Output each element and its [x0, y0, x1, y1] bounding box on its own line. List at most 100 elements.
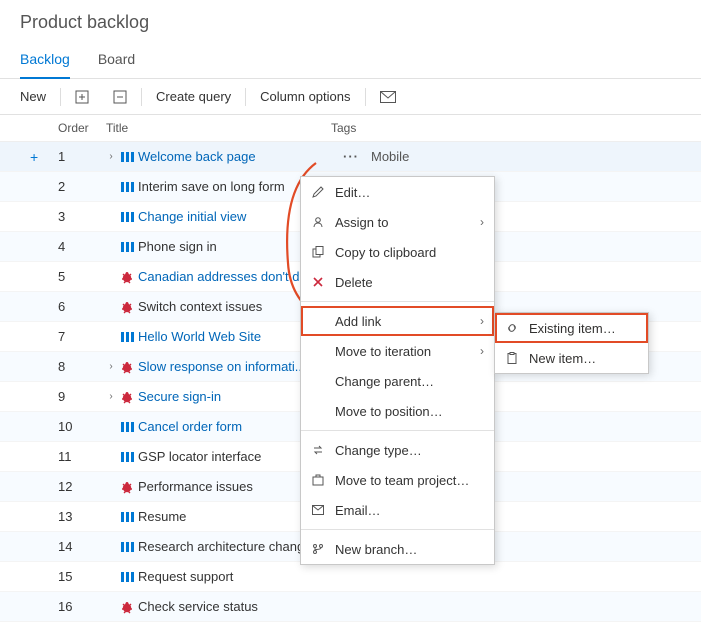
create-query-button[interactable]: Create query [144, 83, 243, 110]
work-item-title[interactable]: Cancel order form [138, 419, 242, 434]
work-item-title[interactable]: Hello World Web Site [138, 329, 261, 344]
work-item-title[interactable]: GSP locator interface [138, 449, 261, 464]
separator [141, 88, 142, 106]
row-order: 4 [58, 239, 106, 254]
expand-icon[interactable] [63, 84, 101, 110]
col-order: Order [58, 121, 106, 135]
column-options-button[interactable]: Column options [248, 83, 362, 110]
menu-delete[interactable]: Delete [301, 267, 494, 297]
col-title: Title [106, 121, 331, 135]
link-icon [505, 322, 519, 334]
work-item-title[interactable]: Research architecture changes [138, 539, 318, 554]
chevron-right-icon: › [480, 215, 484, 229]
chevron-right-icon: › [480, 314, 484, 328]
work-item-title[interactable]: Secure sign-in [138, 389, 221, 404]
pbi-icon [120, 450, 134, 464]
menu-edit[interactable]: Edit… [301, 177, 494, 207]
work-item-title[interactable]: Welcome back page [138, 149, 256, 164]
pbi-icon [120, 180, 134, 194]
clipboard-icon [505, 352, 519, 364]
page-title: Product backlog [20, 12, 681, 33]
context-menu: Edit… Assign to› Copy to clipboard Delet… [300, 176, 495, 565]
pbi-icon [120, 540, 134, 554]
new-button[interactable]: New [8, 83, 58, 110]
table-row[interactable]: +1› Welcome back page ··· Mobile [0, 142, 701, 172]
row-order: 1 [58, 149, 106, 164]
row-order: 11 [58, 449, 106, 464]
menu-assign-to[interactable]: Assign to› [301, 207, 494, 237]
bug-icon [120, 480, 134, 494]
row-tags: Mobile [371, 149, 701, 164]
row-order: 13 [58, 509, 106, 524]
delete-icon [311, 276, 325, 288]
column-headers: Order Title Tags [0, 115, 701, 142]
add-child-icon[interactable]: + [30, 149, 58, 165]
bug-icon [120, 270, 134, 284]
menu-move-iteration[interactable]: Move to iteration› [301, 336, 494, 366]
add-link-submenu: Existing item… New item… [494, 312, 649, 374]
chevron-right-icon[interactable]: › [106, 391, 116, 402]
pbi-icon [120, 420, 134, 434]
more-actions-icon[interactable]: ··· [343, 149, 359, 164]
person-icon [311, 216, 325, 228]
chevron-right-icon[interactable]: › [106, 361, 116, 372]
swap-icon [311, 444, 325, 456]
work-item-title[interactable]: Interim save on long form [138, 179, 285, 194]
pbi-icon [120, 570, 134, 584]
chevron-right-icon[interactable]: › [106, 151, 116, 162]
menu-add-link[interactable]: Add link› [301, 306, 494, 336]
bug-icon [120, 360, 134, 374]
work-item-title[interactable]: Switch context issues [138, 299, 262, 314]
pbi-icon [120, 240, 134, 254]
bug-icon [120, 300, 134, 314]
menu-new-branch[interactable]: New branch… [301, 534, 494, 564]
separator [245, 88, 246, 106]
toolbar: New Create query Column options [0, 79, 701, 115]
menu-change-parent[interactable]: Change parent… [301, 366, 494, 396]
menu-separator [301, 529, 494, 530]
work-item-title[interactable]: Phone sign in [138, 239, 217, 254]
mail-icon [311, 505, 325, 515]
submenu-existing-item[interactable]: Existing item… [495, 313, 648, 343]
menu-copy[interactable]: Copy to clipboard [301, 237, 494, 267]
tab-backlog[interactable]: Backlog [20, 51, 70, 79]
row-order: 8 [58, 359, 106, 374]
work-item-title[interactable]: Canadian addresses don't di... [138, 269, 313, 284]
collapse-icon[interactable] [101, 84, 139, 110]
menu-change-type[interactable]: Change type… [301, 435, 494, 465]
menu-move-team[interactable]: Move to team project… [301, 465, 494, 495]
pbi-icon [120, 510, 134, 524]
pencil-icon [311, 186, 325, 198]
col-tags: Tags [331, 121, 701, 135]
tab-board[interactable]: Board [98, 51, 135, 78]
bug-icon [120, 390, 134, 404]
menu-separator [301, 430, 494, 431]
row-order: 3 [58, 209, 106, 224]
work-item-title[interactable]: Change initial view [138, 209, 246, 224]
work-item-title[interactable]: Resume [138, 509, 186, 524]
row-order: 15 [58, 569, 106, 584]
table-row[interactable]: 16Check service status [0, 592, 701, 622]
chevron-right-icon: › [480, 344, 484, 358]
row-order: 10 [58, 419, 106, 434]
menu-move-position[interactable]: Move to position… [301, 396, 494, 426]
row-order: 2 [58, 179, 106, 194]
row-order: 12 [58, 479, 106, 494]
submenu-new-item[interactable]: New item… [495, 343, 648, 373]
work-item-title[interactable]: Slow response on informati... [138, 359, 306, 374]
tab-bar: Backlog Board [0, 37, 701, 79]
branch-icon [311, 543, 325, 555]
row-order: 5 [58, 269, 106, 284]
row-order: 14 [58, 539, 106, 554]
menu-email[interactable]: Email… [301, 495, 494, 525]
work-item-title[interactable]: Check service status [138, 599, 258, 614]
pbi-icon [120, 330, 134, 344]
email-icon[interactable] [368, 85, 408, 109]
row-order: 6 [58, 299, 106, 314]
separator [365, 88, 366, 106]
work-item-title[interactable]: Request support [138, 569, 233, 584]
pbi-icon [120, 150, 134, 164]
work-item-title[interactable]: Performance issues [138, 479, 253, 494]
copy-icon [311, 246, 325, 258]
table-row[interactable]: 15 Request support [0, 562, 701, 592]
